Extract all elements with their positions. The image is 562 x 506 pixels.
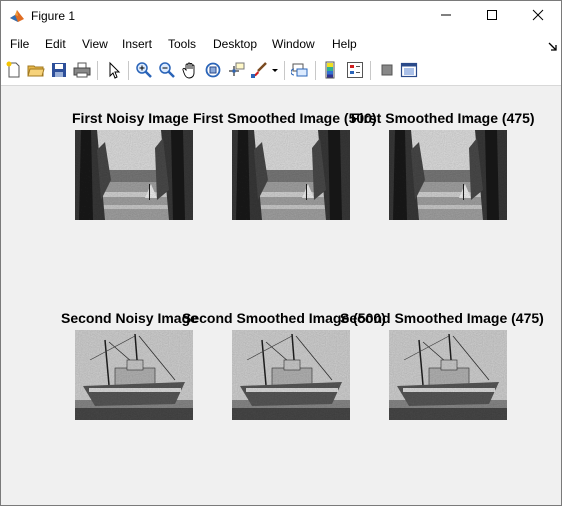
smoothed-image-boat-500 [232, 330, 350, 420]
link-plot-icon[interactable] [290, 61, 309, 79]
smoothed-image-trees-475 [389, 130, 507, 220]
insert-legend-icon[interactable] [346, 61, 364, 79]
brush-icon[interactable] [250, 61, 268, 79]
zoom-out-icon[interactable] [158, 61, 176, 79]
hide-plot-tools-icon[interactable] [378, 61, 396, 79]
plot-title-3: First Smoothed Image (475) [351, 110, 535, 126]
window-title: Figure 1 [31, 9, 76, 23]
figure-window: Figure 1 File Edit View Insert Tools Des… [0, 0, 562, 506]
figure-toolbar [1, 56, 561, 86]
print-icon[interactable] [73, 61, 91, 79]
menu-bar: File Edit View Insert Tools Desktop Wind… [1, 32, 561, 56]
maximize-button[interactable] [469, 1, 515, 32]
show-plot-tools-icon[interactable] [400, 61, 418, 79]
close-icon [532, 8, 544, 26]
maximize-icon [486, 8, 498, 26]
zoom-in-icon[interactable] [135, 61, 153, 79]
plot-title-2: First Smoothed Image (500) [193, 110, 377, 126]
noisy-image-boat [75, 330, 193, 420]
menu-edit[interactable]: Edit [45, 37, 66, 51]
menu-insert[interactable]: Insert [122, 37, 152, 51]
toolbar-separator [284, 61, 285, 80]
plot-title-6: Second Smoothed Image (475) [340, 310, 544, 326]
menu-file[interactable]: File [10, 37, 29, 51]
title-bar[interactable]: Figure 1 [1, 1, 561, 32]
minimize-button[interactable] [423, 1, 469, 32]
edit-plot-arrow-icon[interactable] [105, 61, 123, 79]
smoothed-image-trees-500 [232, 130, 350, 220]
menu-window[interactable]: Window [272, 37, 315, 51]
open-file-icon[interactable] [27, 61, 45, 79]
noisy-image-trees [75, 130, 193, 220]
dock-figure-icon[interactable] [548, 39, 558, 51]
matlab-logo-icon [9, 8, 25, 24]
toolbar-separator [97, 61, 98, 80]
smoothed-image-boat-475 [389, 330, 507, 420]
toolbar-separator [315, 61, 316, 80]
toolbar-separator [128, 61, 129, 80]
menu-tools[interactable]: Tools [168, 37, 196, 51]
rotate-3d-icon[interactable] [204, 61, 222, 79]
plot-title-4: Second Noisy Image [61, 310, 198, 326]
pan-hand-icon[interactable] [181, 61, 199, 79]
new-figure-icon[interactable] [5, 61, 23, 79]
menu-view[interactable]: View [82, 37, 108, 51]
data-cursor-icon[interactable] [227, 61, 245, 79]
save-icon[interactable] [50, 61, 68, 79]
minimize-icon [440, 8, 452, 26]
menu-help[interactable]: Help [332, 37, 357, 51]
insert-colorbar-icon[interactable] [323, 61, 341, 79]
plot-title-1: First Noisy Image [72, 110, 189, 126]
menu-desktop[interactable]: Desktop [213, 37, 257, 51]
toolbar-separator [370, 61, 371, 80]
close-button[interactable] [515, 1, 561, 32]
brush-dropdown-icon[interactable] [271, 61, 279, 79]
